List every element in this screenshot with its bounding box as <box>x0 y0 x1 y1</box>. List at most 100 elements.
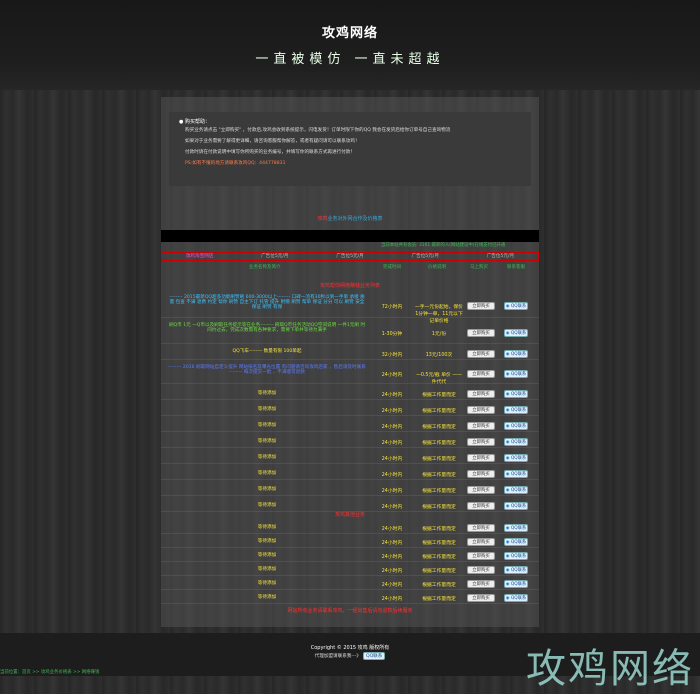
service-row: 等待添加 24小时内 根据工作量而定 立即购买 QQ联系 <box>161 388 539 400</box>
table-header: 业务名称及简介 完成时间 价格说明 马上购买 联系客服 <box>161 264 539 272</box>
buy-button[interactable]: 立即购买 <box>467 486 495 494</box>
notice-line: 如果对于业务需要了解得更详细，请咨询客服帮你解答，或者有疑问请可以联系攻鸡！ <box>185 139 360 144</box>
col-header: 马上购买 <box>470 265 488 270</box>
service-price: 根据工作量而定 <box>422 457 456 462</box>
buy-button[interactable]: 立即购买 <box>467 406 495 414</box>
service-row: 刷Q币 1元 一Q币以及刷取任务提示等在业务-------- 刷取Q币任务活动Q… <box>161 322 539 344</box>
ad-slot[interactable]: 广告位5元/月 <box>312 253 387 260</box>
notice-line: 付款时请在付款说明中填写你所购买的业务编号，并填写你的联系方式再进行付款！ <box>185 150 355 155</box>
service-price: 1元/份 <box>431 332 447 337</box>
service-price: 根据工作量而定 <box>422 597 456 602</box>
qq-contact-button[interactable]: QQ联系 <box>504 580 528 588</box>
qq-contact-button[interactable]: QQ联系 <box>504 552 528 560</box>
service-price: 根据工作量而定 <box>422 409 456 414</box>
service-desc: 等待添加 <box>257 539 277 544</box>
service-time: 24小时内 <box>381 541 403 546</box>
service-time: 32小时内 <box>381 353 403 358</box>
buy-button[interactable]: 立即购买 <box>467 552 495 560</box>
qq-contact-button[interactable]: QQ联系 <box>504 566 528 574</box>
purchase-notice: ● 购买帮助： 购买业务请点击 "立即购买" ，付款后,攻鸡会收到系统提示，闪电… <box>169 112 531 186</box>
service-time: 24小时内 <box>381 505 403 510</box>
buy-button[interactable]: 立即购买 <box>467 580 495 588</box>
service-desc: -------- 2016 刷取网站自定义提升 网站排名及曝光位置 有问题请咨询… <box>168 365 366 376</box>
qq-contact-button[interactable]: QQ联系 <box>504 370 528 378</box>
service-row: -------- 2015最新QQ超多功能刷赞刷 600-3000以上-----… <box>161 294 539 324</box>
qq-contact-button[interactable]: QQ联系 <box>504 454 528 462</box>
service-row: 等待添加 24小时内 根据工作量而定 立即购买 QQ联系 <box>161 468 539 480</box>
price-list-subtitle: 攻鸡业务对外网合作及价格表 <box>317 216 383 222</box>
service-time: 24小时内 <box>381 409 403 414</box>
col-header: 完成时间 <box>383 265 401 270</box>
service-time: 24小时内 <box>381 457 403 462</box>
buy-button[interactable]: 立即购买 <box>467 390 495 398</box>
service-desc: 等待添加 <box>257 471 277 476</box>
service-time: 24小时内 <box>381 569 403 574</box>
qq-contact-button[interactable]: QQ联系 <box>504 486 528 494</box>
buy-button[interactable]: 立即购买 <box>467 350 495 358</box>
qq-contact-button[interactable]: QQ联系 <box>504 470 528 478</box>
service-row: -------- 2016 刷取网站自定义提升 网站排名及曝光位置 有问题请咨询… <box>161 364 539 385</box>
service-desc: 等待添加 <box>257 391 277 396</box>
notice-line: PS:如有不懂的地方请联系攻鸡QQ：444778831 <box>185 161 286 166</box>
service-row: QQ飞车-------- 数量有限 100单起 32小时内 13元/100次 立即购买… <box>161 348 539 360</box>
service-desc: -------- 2015最新QQ超多功能刷赞刷 600-3000以上-----… <box>169 295 365 311</box>
service-price: 根据工作量而定 <box>422 541 456 546</box>
buy-button[interactable]: 立即购买 <box>467 594 495 602</box>
qq-contact-button[interactable]: QQ联系 <box>504 302 528 310</box>
service-row: 等待添加 24小时内 根据工作量而定 立即购买 QQ联系 <box>161 484 539 496</box>
qq-contact-button[interactable]: QQ联系 <box>504 350 528 358</box>
section-title: 攻鸡帮你网络赚钱业务列表 <box>319 283 380 289</box>
service-price: 根据工作量而定 <box>422 441 456 446</box>
qq-contact-button[interactable]: QQ联系 <box>504 502 528 510</box>
ad-slot[interactable]: 广告位5元/月 <box>463 253 538 260</box>
buy-button[interactable]: 立即购买 <box>467 538 495 546</box>
col-header: 联系客服 <box>507 265 525 270</box>
service-row: 等待添加 24小时内 根据工作量而定 立即购买 QQ联系 <box>161 420 539 432</box>
buy-button[interactable]: 立即购买 <box>467 454 495 462</box>
notice-line: 购买业务请点击 "立即购买" ，付款后,攻鸡会收到系统提示，闪电发货！订单时限下… <box>185 128 451 133</box>
service-time: 24小时内 <box>381 425 403 430</box>
service-row: 等待添加 24小时内 根据工作量而定 立即购买 QQ联系 <box>161 522 539 534</box>
service-time: 24小时内 <box>381 527 403 532</box>
qq-contact-button[interactable]: QQ联系 <box>504 594 528 602</box>
buy-button[interactable]: 立即购买 <box>467 329 495 337</box>
buy-button[interactable]: 立即购买 <box>467 370 495 378</box>
ad-slot[interactable]: 攻鸡淘宝网店 <box>162 253 237 260</box>
service-row: 等待添加 24小时内 根据工作量而定 立即购买 QQ联系 <box>161 592 539 604</box>
service-price: 13元/100次 <box>425 353 453 358</box>
col-header: 业务名称及简介 <box>249 265 281 270</box>
service-time: 24小时内 <box>381 393 403 398</box>
service-desc: 等待添加 <box>257 503 277 508</box>
buy-button[interactable]: 立即购买 <box>467 566 495 574</box>
buy-button[interactable]: 立即购买 <box>467 302 495 310</box>
service-desc: 等待添加 <box>257 595 277 600</box>
service-row: 等待添加 24小时内 根据工作量而定 立即购买 QQ联系 <box>161 404 539 416</box>
service-desc: 等待添加 <box>257 567 277 572</box>
service-desc: 等待添加 <box>257 455 277 460</box>
site-stats: 当前本站共有会员: 3161 最新的人(网站建设中)在线支付已开通 <box>381 243 506 248</box>
service-desc: 等待添加 <box>257 487 277 492</box>
service-price: 根据工作量而定 <box>422 425 456 430</box>
qq-contact-button[interactable]: QQ联系 <box>504 329 528 337</box>
service-price: 根据工作量而定 <box>422 583 456 588</box>
site-title: 攻鸡网络 <box>321 26 378 41</box>
qq-contact-button[interactable]: QQ联系 <box>504 390 528 398</box>
qq-contact-button[interactable]: QQ联系 <box>504 524 528 532</box>
col-header: 价格说明 <box>428 265 446 270</box>
service-price: 根据工作量而定 <box>422 505 456 510</box>
service-price: 根据工作量而定 <box>422 473 456 478</box>
buy-button[interactable]: 立即购买 <box>467 470 495 478</box>
buy-button[interactable]: 立即购买 <box>467 422 495 430</box>
service-row: 等待添加 24小时内 根据工作量而定 立即购买 QQ联系 <box>161 452 539 464</box>
ad-slot[interactable]: 广告位5元/月 <box>237 253 312 260</box>
ad-slot[interactable]: 广告位5元/月 <box>388 253 463 260</box>
qq-contact-button[interactable]: QQ联系 <box>504 422 528 430</box>
qq-contact-button[interactable]: QQ联系 <box>504 406 528 414</box>
qq-contact-button[interactable]: QQ联系 <box>504 438 528 446</box>
footer-qq-button[interactable]: QQ联系 <box>362 652 386 660</box>
qq-contact-button[interactable]: QQ联系 <box>504 538 528 546</box>
buy-button[interactable]: 立即购买 <box>467 524 495 532</box>
buy-button[interactable]: 立即购买 <box>467 502 495 510</box>
buy-button[interactable]: 立即购买 <box>467 438 495 446</box>
service-row: 等待添加 24小时内 根据工作量而定 立即购买 QQ联系 <box>161 550 539 562</box>
